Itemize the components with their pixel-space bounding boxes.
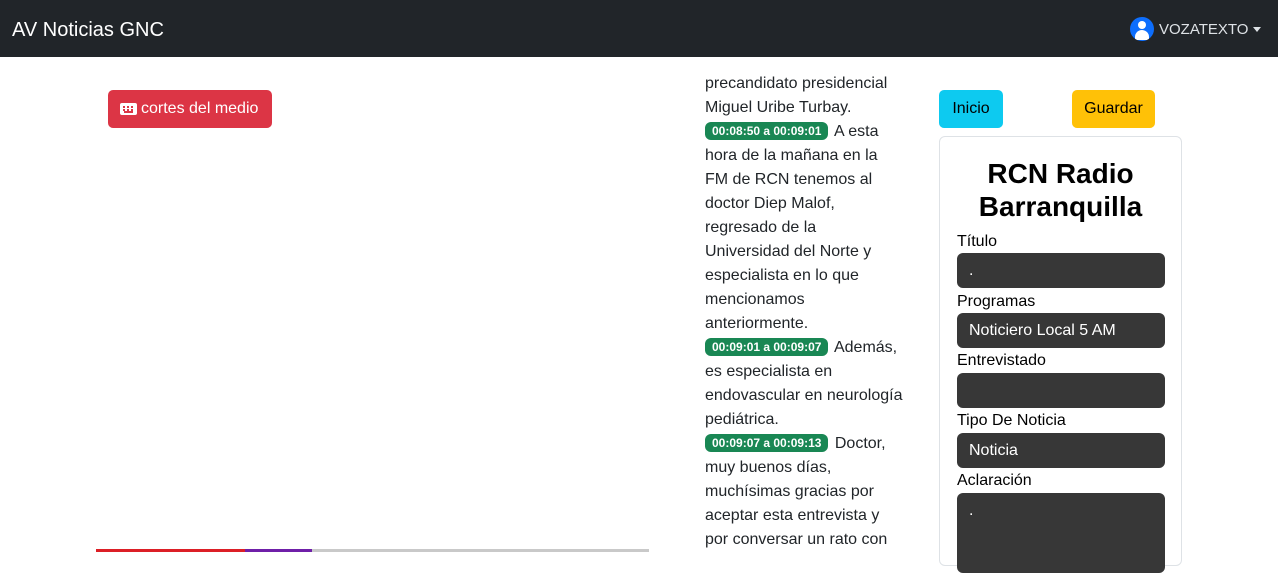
cortes-del-medio-button[interactable]: cortes del medio <box>108 90 272 128</box>
user-circle-icon <box>1130 17 1154 41</box>
aclaracion-textarea[interactable]: . <box>957 493 1165 573</box>
transcript-segment-text: A esta hora de la mañana en la FM de RCN… <box>705 123 879 332</box>
tipo-noticia-label: Tipo De Noticia <box>957 412 1066 429</box>
cortes-label: cortes del medio <box>141 100 259 117</box>
guardar-button[interactable]: Guardar <box>1072 90 1155 128</box>
aclaracion-label: Aclaración <box>957 472 1032 489</box>
top-navbar: AV Noticias GNC VOZATEXTO <box>0 0 1278 57</box>
titulo-field[interactable]: . <box>957 253 1165 288</box>
keyboard-icon <box>120 103 137 115</box>
timestamp-badge[interactable]: 00:08:50 a 00:09:01 <box>705 122 829 140</box>
inicio-button[interactable]: Inicio <box>939 90 1003 128</box>
brand-title[interactable]: AV Noticias GNC <box>12 18 164 42</box>
station-title: RCN Radio Barranquilla <box>978 158 1143 222</box>
timestamp-badge[interactable]: 00:09:07 a 00:09:13 <box>705 434 829 452</box>
tipo-noticia-select[interactable]: Noticia <box>957 433 1165 468</box>
user-name: VOZATEXTO <box>1159 20 1249 38</box>
user-menu[interactable]: VOZATEXTO <box>1130 17 1262 41</box>
entrevistado-label: Entrevistado <box>957 352 1046 369</box>
news-form-card: RCN Radio Barranquilla Título . Programa… <box>939 136 1182 573</box>
titulo-label: Título <box>957 233 998 250</box>
programas-label: Programas <box>957 293 1036 310</box>
programas-select[interactable]: Noticiero Local 5 AM <box>957 313 1165 348</box>
timestamp-badge[interactable]: 00:09:01 a 00:09:07 <box>705 338 829 356</box>
transcript-panel: precandidato presidencial Miguel Uribe T… <box>705 72 905 552</box>
transcript-lead-text: precandidato presidencial Miguel Uribe T… <box>705 75 888 116</box>
entrevistado-field[interactable] <box>957 373 1165 408</box>
caret-down-icon <box>1253 26 1262 32</box>
